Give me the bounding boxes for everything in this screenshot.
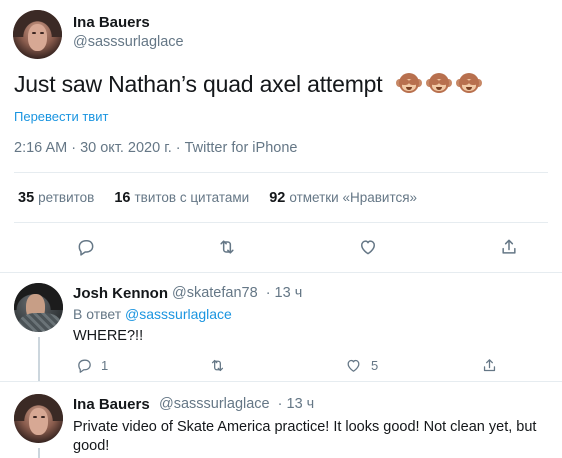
replying-prefix: В ответ xyxy=(73,306,122,322)
tweet-stats: 35 ретвитов 16 твитов с цитатами 92 отметки… xyxy=(18,190,437,206)
share-icon xyxy=(483,358,495,371)
reply-author-avatar[interactable] xyxy=(14,394,63,443)
tweet-text-content: Just saw Nathan’s quad axel attempt xyxy=(14,71,383,97)
likes-count: 92 xyxy=(269,190,286,206)
reply-time[interactable]: · 13 ч xyxy=(278,396,315,412)
author-avatar[interactable] xyxy=(13,10,62,59)
retweet-button[interactable] xyxy=(216,236,238,258)
thread-line xyxy=(38,337,40,381)
reply-button[interactable] xyxy=(73,354,95,376)
reply-button[interactable] xyxy=(75,236,97,258)
reply-time[interactable]: · 13 ч xyxy=(266,285,303,301)
heart-icon xyxy=(347,359,359,372)
share-button[interactable] xyxy=(498,236,520,258)
reply-author-avatar[interactable] xyxy=(14,283,63,332)
retweet-button[interactable] xyxy=(206,354,228,376)
replying-to: В ответ @sasssurlaglace xyxy=(73,306,232,322)
author-handle[interactable]: @sasssurlaglace xyxy=(73,34,184,50)
reply-handle[interactable]: @sasssurlaglace xyxy=(159,396,270,412)
likes-label: отметки «Нравится» xyxy=(289,190,418,205)
reply-count: 1 xyxy=(101,358,109,373)
quote-tweets-stat[interactable]: 16 твитов с цитатами xyxy=(114,190,249,206)
like-button[interactable] xyxy=(357,236,379,258)
translate-tweet-link[interactable]: Перевести твит xyxy=(14,109,108,124)
see-no-evil-monkey-icon xyxy=(425,71,453,97)
retweets-stat[interactable]: 35 ретвитов xyxy=(18,190,94,206)
share-button[interactable] xyxy=(478,354,500,376)
reply-author-name[interactable]: Josh Kennon xyxy=(73,285,168,302)
replying-to-link[interactable]: @sasssurlaglace xyxy=(125,306,232,322)
share-icon xyxy=(502,239,516,254)
reply-author-handle: @skatefan78 · 13 ч xyxy=(172,285,302,301)
heart-icon xyxy=(361,240,375,255)
reply-icon xyxy=(77,359,91,373)
retweet-icon xyxy=(211,359,223,371)
see-no-evil-monkey-icon xyxy=(395,71,423,97)
reply-text: Private video of Skate America practice!… xyxy=(73,419,537,454)
reply-author-handle: @sasssurlaglace · 13 ч xyxy=(159,396,314,412)
quote-tweets-label: твитов с цитатами xyxy=(134,190,250,205)
retweet-icon xyxy=(220,240,234,254)
likes-stat[interactable]: 92 отметки «Нравится» xyxy=(269,190,417,206)
tweet-timestamp[interactable]: 2:16 AM · 30 окт. 2020 г. · Twitter for … xyxy=(14,140,297,156)
tweet-text: Just saw Nathan’s quad axel attempt xyxy=(14,71,483,98)
retweets-count: 35 xyxy=(18,190,35,206)
reply-icon xyxy=(78,240,94,256)
retweets-label: ретвитов xyxy=(38,190,95,205)
quote-tweets-count: 16 xyxy=(114,190,131,206)
author-name[interactable]: Ina Bauers xyxy=(73,14,150,31)
like-count: 5 xyxy=(371,358,379,373)
see-no-evil-monkey-icon xyxy=(455,71,483,97)
thread-line xyxy=(38,448,40,458)
divider xyxy=(14,172,548,173)
reply-author-name[interactable]: Ina Bauers xyxy=(73,396,150,413)
reply-tweet[interactable]: Ina Bauers @sasssurlaglace · 13 ч Privat… xyxy=(0,382,562,458)
divider xyxy=(14,222,548,223)
reply-text: WHERE?!! xyxy=(73,328,144,344)
like-button[interactable] xyxy=(342,354,364,376)
reply-tweet[interactable]: Josh Kennon @skatefan78 · 13 ч В ответ @… xyxy=(0,273,562,381)
reply-handle[interactable]: @skatefan78 xyxy=(172,285,258,301)
